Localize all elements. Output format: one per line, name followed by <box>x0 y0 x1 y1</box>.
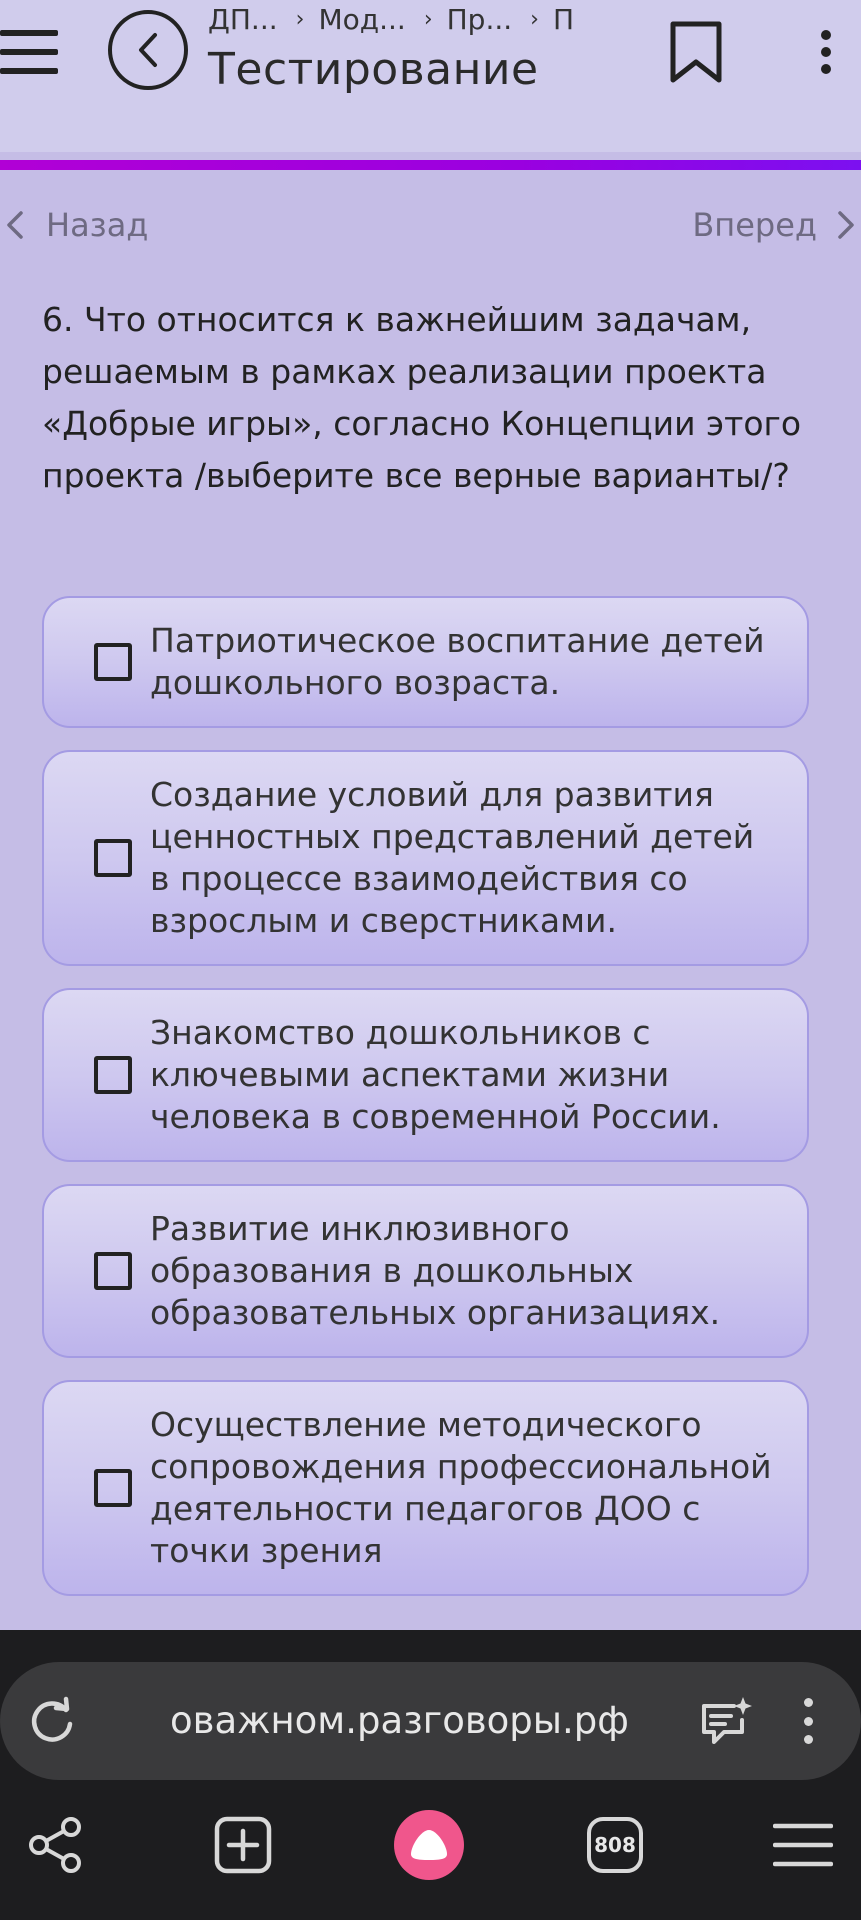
chevron-left-icon <box>139 33 157 67</box>
address-bar[interactable]: оважном.разговоры.рф <box>0 1662 861 1780</box>
option-label: Патриотическое воспитание детей дошкольн… <box>150 621 765 702</box>
breadcrumb: ДП... › Мод... › Пр... › П <box>208 0 574 38</box>
breadcrumb-item[interactable]: П <box>553 3 574 36</box>
option-label: Осуществление методического сопровождени… <box>150 1405 772 1570</box>
chevron-right-icon <box>831 210 861 240</box>
bottom-nav: 808 <box>0 1810 861 1910</box>
next-label: Вперед <box>692 206 817 244</box>
app-root: ДП... › Мод... › Пр... › П Тестирование … <box>0 0 861 1920</box>
breadcrumb-item[interactable]: ДП... <box>208 3 278 36</box>
ai-chat-icon[interactable] <box>698 1694 752 1748</box>
chevron-right-icon: › <box>423 6 433 32</box>
chevron-right-icon: › <box>295 6 305 32</box>
answer-option[interactable]: Осуществление методического сопровождени… <box>42 1380 809 1596</box>
menu-icon[interactable] <box>0 30 62 74</box>
browser-bar: оважном.разговоры.рф 808 <box>0 1630 861 1920</box>
tab-count: 808 <box>587 1817 643 1873</box>
question-nav: Назад Вперед <box>0 200 861 250</box>
bookmark-icon[interactable] <box>668 20 724 86</box>
breadcrumb-item[interactable]: Мод... <box>318 3 405 36</box>
option-label: Развитие инклюзивного образования в дошк… <box>150 1209 721 1332</box>
option-label: Знакомство дошкольников с ключевыми аспе… <box>150 1013 721 1136</box>
alice-icon <box>394 1810 464 1880</box>
alice-assistant-button[interactable] <box>394 1810 464 1880</box>
next-button[interactable]: Вперед <box>692 200 861 250</box>
breadcrumb-item[interactable]: Пр... <box>447 3 513 36</box>
top-header: ДП... › Мод... › Пр... › П Тестирование <box>0 0 861 152</box>
more-options-icon[interactable] <box>816 30 836 74</box>
answer-option[interactable]: Знакомство дошкольников с ключевыми аспе… <box>42 988 809 1162</box>
tabs-button[interactable]: 808 <box>580 1810 650 1880</box>
checkbox[interactable] <box>94 1469 132 1507</box>
question-text: 6. Что относится к важнейшим задачам, ре… <box>42 300 802 495</box>
checkbox[interactable] <box>94 643 132 681</box>
url-text[interactable]: оважном.разговоры.рф <box>170 1662 629 1780</box>
reload-icon[interactable] <box>26 1696 78 1748</box>
checkbox[interactable] <box>94 1252 132 1290</box>
answer-option[interactable]: Создание условий для развития ценностных… <box>42 750 809 966</box>
checkbox[interactable] <box>94 839 132 877</box>
more-options-icon[interactable] <box>800 1698 816 1744</box>
chevron-left-icon <box>0 210 30 240</box>
share-icon[interactable] <box>20 1810 90 1880</box>
answer-option[interactable]: Патриотическое воспитание детей дошкольн… <box>42 596 809 728</box>
prev-button[interactable]: Назад <box>0 200 148 250</box>
progress-strip <box>0 160 861 170</box>
options-list: Патриотическое воспитание детей дошкольн… <box>42 596 809 1626</box>
back-button[interactable] <box>108 10 188 90</box>
checkbox[interactable] <box>94 1056 132 1094</box>
page-title: Тестирование <box>208 44 539 95</box>
prev-label: Назад <box>46 206 149 244</box>
chevron-right-icon: › <box>530 6 539 32</box>
new-tab-icon[interactable] <box>208 1810 278 1880</box>
answer-option[interactable]: Развитие инклюзивного образования в дошк… <box>42 1184 809 1358</box>
option-label: Создание условий для развития ценностных… <box>150 775 755 940</box>
menu-icon[interactable] <box>768 1810 838 1880</box>
